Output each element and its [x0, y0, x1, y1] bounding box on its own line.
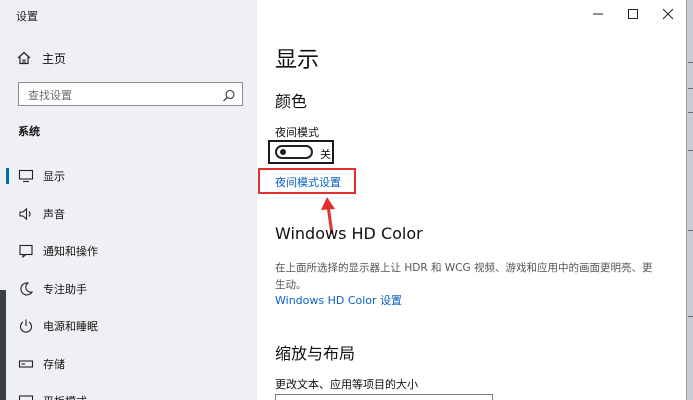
background-window-edge [686, 0, 693, 400]
maximize-icon [628, 9, 638, 19]
color-heading: 颜色 [275, 92, 308, 111]
hd-color-heading: Windows HD Color [275, 224, 423, 243]
sidebar-item-storage[interactable]: 存储 [0, 349, 257, 379]
moon-icon [18, 281, 34, 297]
nav-home[interactable]: 主页 [16, 48, 66, 68]
sidebar-item-focus-assist[interactable]: 专注助手 [0, 274, 257, 304]
home-label: 主页 [42, 51, 67, 66]
settings-window: 设置 主页 查找设置 系统 显示声音通知和操作专注助手电源和睡眠存储平板模式 显… [0, 0, 686, 400]
close-icon [662, 8, 674, 20]
scale-label: 更改文本、应用等项目的大小 [275, 378, 418, 391]
nav-pane: 设置 主页 查找设置 系统 显示声音通知和操作专注助手电源和睡眠存储平板模式 [0, 0, 257, 400]
night-mode-settings-link[interactable]: 夜间模式设置 [275, 174, 341, 190]
nav-section-system: 系统 [18, 125, 40, 138]
page-title: 显示 [275, 48, 320, 73]
search-placeholder: 查找设置 [28, 89, 72, 102]
sidebar-item-label: 平板模式 [43, 393, 87, 400]
sidebar-item-label: 专注助手 [43, 282, 87, 296]
maximize-button[interactable] [615, 0, 651, 28]
sidebar-item-label: 存储 [43, 357, 65, 371]
tablet-icon [18, 393, 34, 400]
toggle-knob [280, 149, 286, 155]
sidebar-item-label: 电源和睡眠 [43, 320, 98, 333]
hd-color-settings-link[interactable]: Windows HD Color 设置 [275, 292, 402, 308]
minimize-button[interactable] [580, 0, 616, 28]
sidebar-item-label: 显示 [43, 170, 65, 183]
power-icon [18, 318, 34, 334]
night-mode-label: 夜间模式 [275, 126, 319, 139]
hd-color-description: 在上面所选择的显示器上让 HDR 和 WCG 视频、游戏和应用中的画面更明亮、更… [275, 262, 653, 291]
sidebar-item-power-sleep[interactable]: 电源和睡眠 [0, 311, 257, 341]
background-edge [0, 290, 6, 400]
minimize-icon [593, 13, 603, 15]
monitor-icon [18, 168, 34, 184]
night-mode-state: 关 [320, 148, 331, 161]
night-mode-highlight: 关 [268, 140, 334, 164]
scale-layout-heading: 缩放与布局 [275, 344, 356, 363]
sidebar-item-sound[interactable]: 声音 [0, 199, 257, 229]
storage-icon [18, 356, 34, 372]
close-button[interactable] [650, 0, 686, 28]
home-icon [16, 50, 32, 66]
sidebar-item-notifications[interactable]: 通知和操作 [0, 236, 257, 266]
search-icon[interactable] [222, 88, 236, 102]
notification-icon [18, 243, 34, 259]
sidebar-item-tablet-mode[interactable]: 平板模式 [0, 386, 257, 400]
night-mode-toggle[interactable] [275, 145, 313, 159]
sidebar-item-label: 通知和操作 [43, 245, 98, 258]
window-title: 设置 [16, 10, 38, 23]
sidebar-item-display[interactable]: 显示 [0, 161, 257, 191]
speaker-icon [18, 206, 34, 222]
sidebar-item-label: 声音 [43, 207, 65, 221]
scale-dropdown[interactable] [275, 394, 493, 400]
active-indicator [6, 168, 9, 184]
search-input[interactable]: 查找设置 [18, 82, 243, 106]
